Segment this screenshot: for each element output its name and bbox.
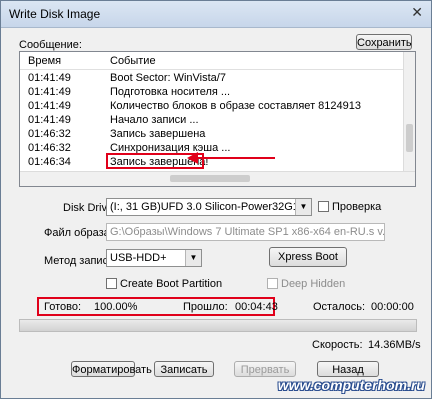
xpress-boot-button[interactable]: Xpress Boot — [269, 247, 347, 267]
deep-hidden-checkbox[interactable] — [267, 278, 278, 289]
watermark: www.computerhom.ru — [277, 377, 425, 393]
log-row: 01:41:49 Подготовка носителя ... — [28, 86, 231, 98]
verify-checkbox[interactable] — [318, 201, 329, 212]
back-button[interactable]: Назад — [317, 361, 379, 377]
progress-fill — [20, 320, 416, 331]
chevron-down-icon: ▼ — [295, 199, 311, 215]
col-event: Событие — [110, 55, 156, 67]
image-file-field[interactable]: G:\Образы\Windows 7 Ultimate SP1 x86-x64… — [106, 223, 385, 241]
progress-bar — [19, 319, 417, 332]
log-list[interactable]: Время Событие 01:41:49 Boot Sector: WinVi… — [19, 51, 416, 187]
speed-label: Скорость: — [312, 339, 363, 351]
col-time: Время — [28, 55, 62, 67]
ready-label: Готово: — [44, 301, 82, 313]
hscroll-thumb[interactable] — [170, 175, 250, 182]
image-file-label: Файл образа: — [44, 227, 113, 239]
close-icon[interactable]: ✕ — [411, 4, 423, 21]
log-row: 01:41:49 Начало записи ... — [28, 114, 199, 126]
log-row: 01:41:49 Количество блоков в образе соста… — [28, 100, 361, 112]
log-label: Сообщение: — [19, 39, 82, 51]
vertical-scrollbar[interactable] — [403, 52, 415, 172]
arrow-icon — [187, 152, 275, 164]
format-button[interactable]: Форматировать — [71, 361, 152, 377]
window-title: Write Disk Image — [9, 7, 101, 21]
remaining-value: 00:00:00 — [371, 301, 414, 313]
horizontal-scrollbar[interactable] — [20, 171, 415, 186]
write-button[interactable]: Записать — [154, 361, 214, 377]
scroll-thumb[interactable] — [406, 124, 413, 152]
ready-value: 100.00% — [94, 301, 138, 313]
elapsed-value: 00:04:43 — [235, 301, 278, 313]
title-bar: Write Disk Image ✕ — [1, 1, 431, 28]
write-disk-image-window: Write Disk Image ✕ Сообщение: Сохранить … — [0, 0, 432, 399]
abort-button[interactable]: Прервать — [234, 361, 296, 377]
write-method-select[interactable]: USB-HDD+ ▼ — [106, 249, 202, 267]
log-row: 01:46:32 Запись завершена — [28, 128, 206, 140]
remaining-label: Осталось: — [313, 301, 366, 313]
deep-hidden-label: Deep Hidden — [281, 278, 346, 290]
save-log-button[interactable]: Сохранить — [356, 34, 412, 50]
verify-label: Проверка — [332, 201, 382, 213]
create-boot-partition-checkbox[interactable] — [106, 278, 117, 289]
log-row: 01:41:49 Boot Sector: WinVista/7 — [28, 72, 226, 84]
chevron-down-icon: ▼ — [185, 250, 201, 266]
create-boot-partition-label: Create Boot Partition — [120, 278, 223, 290]
elapsed-label: Прошло: — [183, 301, 228, 313]
disk-drive-select[interactable]: (I:, 31 GB)UFD 3.0 Silicon-Power32G1.00 ▼ — [106, 198, 312, 216]
speed-value: 14.36MB/s — [368, 339, 421, 351]
log-header: Время Событие — [20, 52, 406, 70]
